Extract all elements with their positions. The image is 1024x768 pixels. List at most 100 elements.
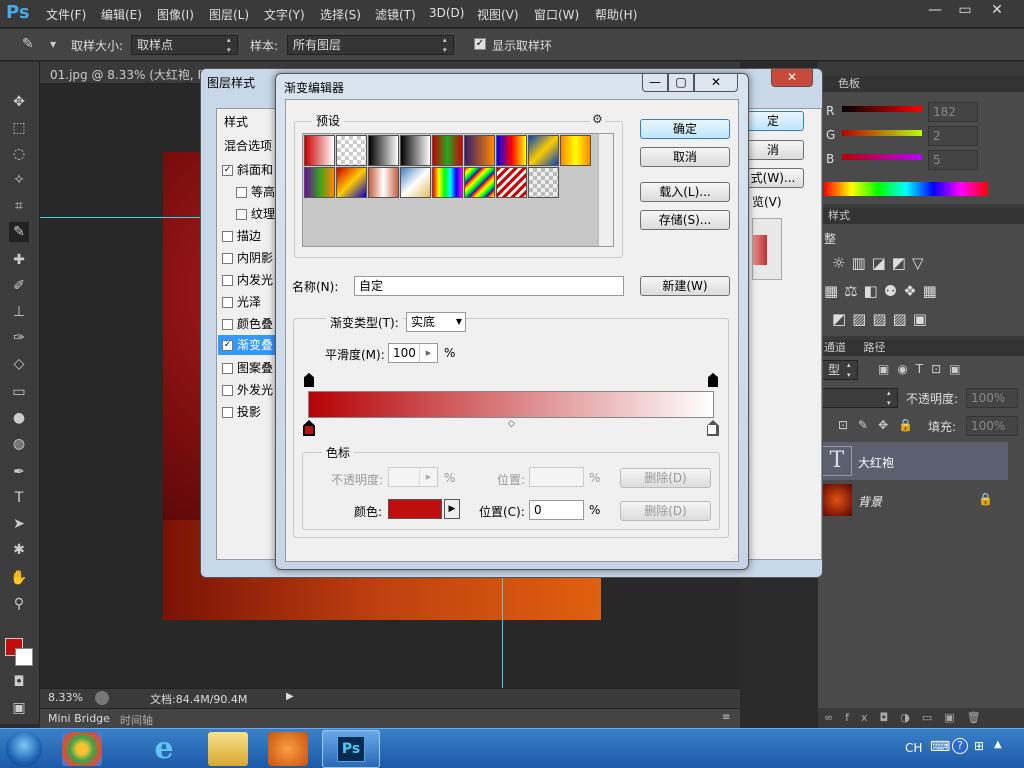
cancel-button[interactable]: 取消 (640, 147, 730, 167)
menu-layer[interactable]: 图层(L) (209, 6, 249, 23)
gradient-tool-icon[interactable]: ▭ (9, 382, 29, 402)
layer-filter-select[interactable]: 型 (822, 360, 858, 380)
type-tool-icon[interactable]: T (9, 488, 29, 508)
style-checkbox[interactable] (222, 407, 233, 418)
ge-minimize-button[interactable]: — (642, 74, 668, 92)
name-input[interactable]: 自定 (354, 276, 624, 296)
media-center-icon[interactable] (62, 732, 102, 766)
preset-swatch[interactable] (560, 135, 591, 166)
preset-swatch[interactable] (400, 135, 431, 166)
opacity-input[interactable]: 100% (966, 388, 1018, 408)
layer-style-close-icon[interactable]: ✕ (771, 69, 813, 87)
layer-row-background[interactable]: 背景 🔒 (818, 482, 1008, 520)
menu-view[interactable]: 视图(V) (477, 6, 519, 23)
minimize-button[interactable]: — (920, 0, 950, 20)
menu-file[interactable]: 文件(F) (46, 6, 86, 23)
shape-tool-icon[interactable]: ✱ (9, 540, 29, 560)
save-button[interactable]: 存储(S)... (640, 210, 730, 230)
language-indicator[interactable]: CH (905, 741, 922, 755)
dodge-tool-icon[interactable]: ◍ (9, 434, 29, 454)
start-button[interactable] (6, 731, 42, 767)
crop-tool-icon[interactable]: ⌗ (9, 196, 29, 216)
eyedropper-icon[interactable]: ✎ (22, 36, 34, 52)
adjustment-icons-row3[interactable]: ◩▨▨▨▣ (832, 310, 933, 328)
menu-image[interactable]: 图像(I) (157, 6, 194, 23)
stop-position-input[interactable] (529, 467, 584, 487)
zoom-tool-icon[interactable]: ⚲ (9, 594, 29, 614)
layer-style-ok-button[interactable]: 定 (742, 111, 804, 131)
ok-button[interactable]: 确定 (640, 119, 730, 139)
load-button[interactable]: 载入(L)... (640, 182, 730, 202)
eraser-tool-icon[interactable]: ◇ (9, 354, 29, 374)
show-ring-checkbox[interactable]: ✓ (474, 38, 486, 50)
b-slider[interactable] (842, 154, 922, 160)
smoothness-arrow-icon[interactable]: ▶ (419, 344, 437, 362)
panel-menu-icon[interactable]: ≡ (722, 712, 730, 723)
color-menu-arrow-icon[interactable]: ▶ (444, 499, 460, 519)
preset-swatch[interactable] (336, 167, 367, 198)
style-checkbox[interactable] (222, 385, 233, 396)
path-select-icon[interactable]: ➤ (9, 514, 29, 534)
internet-explorer-icon[interactable]: e (144, 732, 184, 766)
new-style-button[interactable]: 式(W)... (742, 168, 804, 188)
style-checkbox[interactable] (222, 297, 233, 308)
tray-expand-icon[interactable]: ▲ (994, 739, 1002, 750)
play-arrow-icon[interactable]: ▶ (286, 691, 294, 702)
color-panel-tab[interactable]: 色板 (818, 76, 1024, 92)
smoothness-input[interactable]: 100 ▶ (388, 343, 438, 363)
guide-vertical[interactable] (502, 570, 503, 688)
style-checkbox[interactable] (222, 231, 233, 242)
preset-swatch[interactable] (368, 135, 399, 166)
sample-select[interactable]: 所有图层 (287, 35, 454, 55)
blur-tool-icon[interactable]: ● (9, 408, 29, 428)
eyedropper-tool-icon[interactable]: ✎ (9, 222, 29, 242)
brush-tool-icon[interactable]: ✐ (9, 276, 29, 296)
blend-options-item[interactable]: 混合选项 (224, 137, 272, 154)
layers-bottom-icons[interactable]: ∞fx◘◑▭▣🗑 (818, 708, 1024, 728)
close-app-button[interactable]: ✕ (982, 0, 1012, 20)
menu-3d[interactable]: 3D(D) (429, 6, 464, 20)
move-tool-icon[interactable]: ✥ (9, 92, 29, 112)
style-checkbox[interactable] (222, 253, 233, 264)
preset-swatch[interactable] (336, 135, 367, 166)
layer-style-cancel-button[interactable]: 消 (742, 140, 804, 160)
background-color-swatch[interactable] (15, 648, 33, 666)
style-checkbox[interactable] (222, 363, 233, 374)
screen-mode-icon[interactable]: ▣ (9, 698, 29, 718)
presets-scrollbar[interactable] (598, 134, 613, 246)
adjustment-icons-row2[interactable]: ▦⚖◧⚉❖▦ (824, 282, 943, 300)
preset-swatch[interactable] (496, 167, 527, 198)
photoshop-task-button[interactable]: Ps (322, 730, 380, 768)
explorer-folder-icon[interactable] (208, 732, 248, 766)
restore-button[interactable]: ▭ (950, 0, 980, 20)
style-checkbox[interactable]: ✓ (222, 340, 233, 351)
delete-color-stop-button[interactable]: 删除(D) (620, 501, 711, 521)
style-checkbox[interactable] (236, 187, 247, 198)
preset-swatch[interactable] (464, 167, 495, 198)
delete-opacity-stop-button[interactable]: 删除(D) (620, 468, 711, 488)
preset-swatch[interactable] (464, 135, 495, 166)
preset-swatch[interactable] (432, 135, 463, 166)
style-checkbox[interactable] (236, 209, 247, 220)
ge-close-icon[interactable]: ✕ (694, 74, 738, 92)
style-checkbox[interactable] (222, 275, 233, 286)
adjustment-icons-row1[interactable]: ☼▥◪◩▽ (832, 254, 930, 272)
midpoint-diamond-icon[interactable]: ◇ (508, 419, 515, 429)
style-checkbox[interactable]: ✓ (222, 165, 233, 176)
r-value-input[interactable]: 182 (928, 102, 978, 122)
g-value-input[interactable]: 2 (928, 126, 978, 146)
b-value-input[interactable]: 5 (928, 150, 978, 170)
preset-swatch[interactable] (368, 167, 399, 198)
info-icon[interactable] (95, 691, 109, 705)
g-slider[interactable] (842, 130, 922, 136)
tab-mini-bridge[interactable]: Mini Bridge (48, 712, 110, 725)
style-checkbox[interactable] (222, 319, 233, 330)
stop-opacity-arrow-icon[interactable]: ▶ (419, 468, 437, 486)
lock-icons[interactable]: ⊡✎✥🔒 (838, 418, 923, 432)
history-brush-icon[interactable]: ✑ (9, 328, 29, 348)
hand-tool-icon[interactable]: ✋ (9, 568, 29, 588)
menu-filter[interactable]: 滤镜(T) (375, 6, 416, 23)
zoom-level[interactable]: 8.33% (48, 691, 83, 704)
styles-tab[interactable]: 样式 (818, 208, 1024, 224)
quick-mask-icon[interactable]: ◘ (9, 672, 29, 692)
